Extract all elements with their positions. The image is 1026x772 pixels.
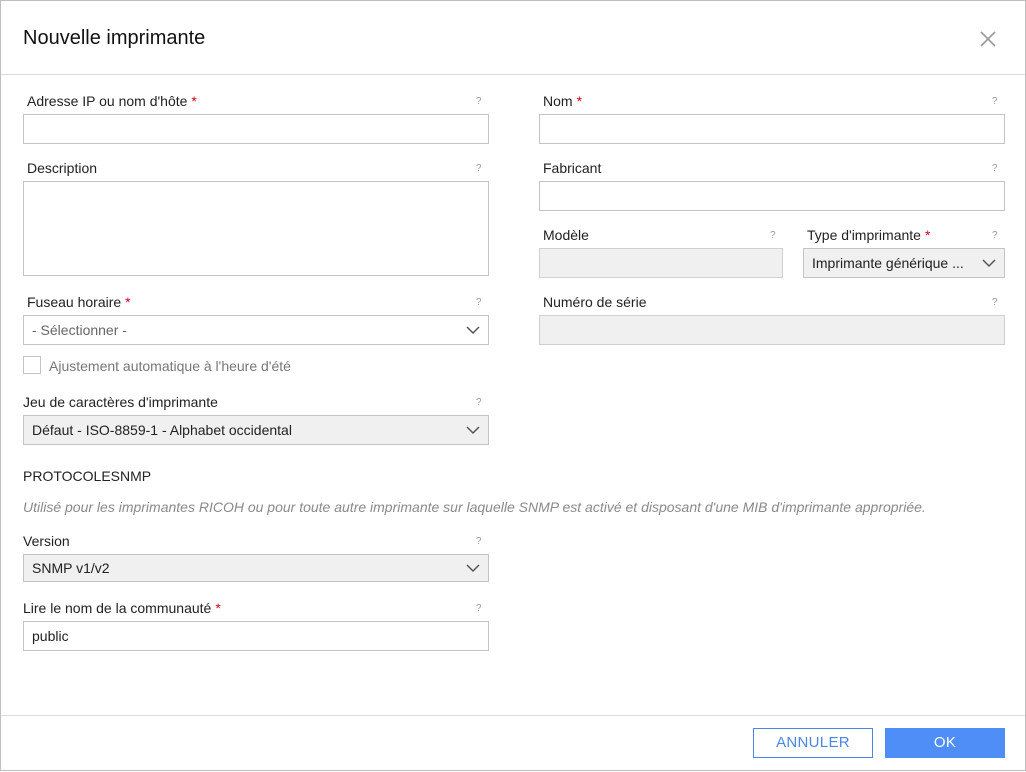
help-icon[interactable]: ?	[476, 603, 482, 614]
model-label: Modèle	[543, 227, 589, 243]
chevron-down-icon	[466, 326, 480, 335]
name-label-text: Nom	[543, 93, 573, 109]
dst-checkbox[interactable]	[23, 356, 41, 374]
community-label: Lire le nom de la communauté *	[23, 600, 221, 616]
cancel-button[interactable]: ANNULER	[753, 728, 873, 758]
dst-checkbox-label[interactable]: Ajustement automatique à l'heure d'été	[49, 358, 291, 374]
chevron-down-icon	[466, 426, 480, 435]
timezone-label: Fuseau horaire *	[27, 294, 131, 310]
version-label: Version	[23, 533, 70, 549]
charset-label: Jeu de caractères d'imprimante	[23, 394, 218, 410]
dialog-header: Nouvelle imprimante	[1, 1, 1025, 75]
chevron-down-icon	[982, 259, 996, 268]
name-input[interactable]	[539, 114, 1005, 144]
required-mark: *	[125, 294, 131, 310]
timezone-label-text: Fuseau horaire	[27, 294, 122, 310]
community-label-text: Lire le nom de la communauté	[23, 600, 212, 616]
timezone-select[interactable]: - Sélectionner -	[23, 315, 489, 345]
model-input	[539, 248, 783, 278]
snmp-section-title: PROTOCOLESNMP	[23, 468, 152, 484]
close-icon[interactable]	[977, 28, 999, 50]
charset-select[interactable]: Défaut - ISO-8859-1 - Alphabet occidenta…	[23, 415, 489, 445]
manufacturer-input[interactable]	[539, 181, 1005, 211]
description-label: Description	[27, 160, 98, 176]
serial-input	[539, 315, 1005, 345]
help-icon[interactable]: ?	[770, 230, 776, 241]
serial-label: Numéro de série	[543, 294, 647, 310]
help-icon[interactable]: ?	[476, 96, 482, 107]
address-input[interactable]	[23, 114, 489, 144]
help-icon[interactable]: ?	[476, 297, 482, 308]
printer-type-select[interactable]: Imprimante générique ...	[803, 248, 1005, 278]
printer-type-value: Imprimante générique ...	[812, 255, 964, 271]
new-printer-dialog: Nouvelle imprimante Adresse IP ou nom d'…	[0, 0, 1026, 771]
address-label: Adresse IP ou nom d'hôte *	[27, 93, 197, 109]
description-textarea[interactable]	[23, 181, 489, 276]
ok-button[interactable]: OK	[885, 728, 1005, 758]
help-icon[interactable]: ?	[992, 230, 998, 241]
required-mark: *	[924, 227, 931, 243]
help-icon[interactable]: ?	[992, 163, 998, 174]
required-mark: *	[191, 93, 197, 109]
printer-type-label-text: Type d'imprimante	[807, 227, 921, 243]
chevron-down-icon	[466, 564, 480, 573]
snmp-version-value: SNMP v1/v2	[32, 560, 110, 576]
community-input[interactable]	[23, 621, 489, 651]
help-icon[interactable]: ?	[476, 163, 482, 174]
snmp-section-description: Utilisé pour les imprimantes RICOH ou po…	[23, 499, 926, 515]
name-label: Nom *	[543, 93, 582, 109]
timezone-value: - Sélectionner -	[32, 322, 127, 338]
help-icon[interactable]: ?	[476, 397, 482, 408]
charset-value: Défaut - ISO-8859-1 - Alphabet occidenta…	[32, 422, 292, 438]
dialog-title: Nouvelle imprimante	[23, 27, 206, 49]
help-icon[interactable]: ?	[476, 536, 482, 547]
help-icon[interactable]: ?	[992, 96, 998, 107]
printer-type-label: Type d'imprimante *	[807, 227, 930, 243]
address-label-text: Adresse IP ou nom d'hôte	[27, 93, 188, 109]
required-mark: *	[576, 93, 583, 109]
help-icon[interactable]: ?	[992, 297, 998, 308]
snmp-version-select[interactable]: SNMP v1/v2	[23, 554, 489, 582]
required-mark: *	[215, 600, 221, 616]
manufacturer-label: Fabricant	[543, 160, 602, 176]
